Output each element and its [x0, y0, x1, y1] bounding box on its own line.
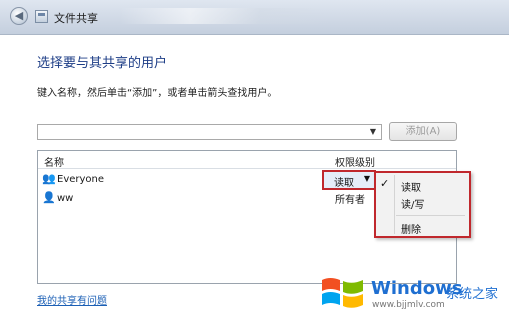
dialog-heading: 选择要与其共享的用户	[37, 56, 168, 71]
permission-menu: ✓ 读取 读/写 删除	[374, 171, 471, 238]
dialog-instruction: 键入名称，然后单击“添加”，或者单击箭头查找用户。	[37, 88, 278, 99]
user-name: Everyone	[57, 174, 105, 185]
column-header-permission[interactable]: 权限级别	[335, 154, 375, 169]
user-icon: 👤	[42, 191, 56, 204]
permission-dropdown[interactable]: 读取 ▼	[322, 170, 376, 190]
permission-value: 读取	[334, 178, 354, 189]
combo-dropdown-arrow-icon[interactable]: ▼	[367, 126, 379, 138]
back-arrow-icon[interactable]: ◀	[10, 7, 28, 25]
menu-divider	[396, 215, 465, 216]
window-title: 文件共享	[54, 12, 98, 25]
user-group-icon: 👥	[42, 172, 56, 185]
add-button[interactable]: 添加(A)	[389, 122, 457, 141]
menu-gutter-divider	[394, 175, 395, 234]
chevron-down-icon[interactable]: ▼	[364, 174, 370, 183]
blurred-title-area	[120, 8, 330, 24]
header-divider	[38, 168, 456, 169]
windows-logo-icon	[322, 278, 363, 308]
user-name: ww	[57, 193, 74, 204]
watermark-url: www.bjjmlv.com	[372, 300, 445, 310]
permission-owner-text: 所有者	[335, 195, 365, 206]
user-name-combobox[interactable]: ▼	[37, 124, 382, 140]
check-icon: ✓	[380, 177, 390, 190]
menu-item-read[interactable]: 读取	[401, 179, 421, 194]
menu-item-remove[interactable]: 删除	[401, 221, 421, 236]
help-link[interactable]: 我的共享有问题	[37, 292, 107, 307]
title-bar: ◀ 文件共享	[0, 0, 509, 35]
file-share-icon	[35, 10, 48, 23]
menu-item-read-write[interactable]: 读/写	[401, 196, 424, 211]
watermark-suffix: 系统之家	[446, 287, 499, 302]
column-header-name[interactable]: 名称	[44, 154, 64, 169]
